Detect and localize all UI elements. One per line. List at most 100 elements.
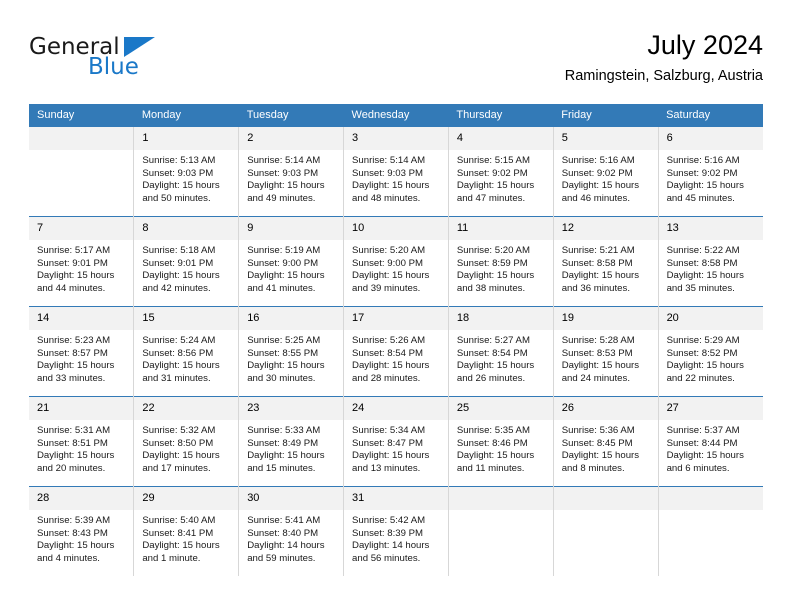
day-details: Sunrise: 5:14 AM Sunset: 9:03 PM Daylight:… <box>239 150 343 205</box>
calendar-day-cell[interactable]: 3 Sunrise: 5:14 AM Sunset: 9:03 PM Daylight… <box>343 127 449 217</box>
day-number: 26 <box>553 397 658 420</box>
day-details: Sunrise: 5:19 AM Sunset: 9:00 PM Daylight:… <box>239 240 343 295</box>
title-block: July 2024 Ramingstein, Salzburg, Austria <box>565 28 763 87</box>
weekday-header-saturday: Saturday <box>658 104 763 127</box>
day-details: Sunrise: 5:23 AM Sunset: 8:57 PM Daylight:… <box>29 330 133 385</box>
calendar-day-cell[interactable]: 17 Sunrise: 5:26 AM Sunset: 8:54 PM Dayligh… <box>343 306 449 397</box>
calendar-day-cell[interactable]: 26 Sunrise: 5:36 AM Sunset: 8:45 PM Dayligh… <box>553 396 659 487</box>
calendar-day-cell[interactable]: 20 Sunrise: 5:29 AM Sunset: 8:52 PM Dayligh… <box>658 306 763 397</box>
daylight-text-line1: Daylight: 15 hours <box>561 270 640 282</box>
calendar-day-cell[interactable]: 14 Sunrise: 5:23 AM Sunset: 8:57 PM Dayligh… <box>29 306 135 397</box>
daylight-text-line1: Daylight: 15 hours <box>666 270 744 282</box>
calendar-day-cell[interactable]: 7 Sunrise: 5:17 AM Sunset: 9:01 PM Daylight… <box>29 216 135 307</box>
calendar-day-cell[interactable]: 10 Sunrise: 5:20 AM Sunset: 9:00 PM Dayligh… <box>343 216 449 307</box>
daylight-text-line2: and 47 minutes. <box>456 192 526 204</box>
day-number: 19 <box>553 307 658 330</box>
calendar-day-cell[interactable]: 11 Sunrise: 5:20 AM Sunset: 8:59 PM Dayligh… <box>448 216 554 307</box>
calendar-day-cell[interactable]: 1 Sunrise: 5:13 AM Sunset: 9:03 PM Daylight… <box>133 127 240 217</box>
daylight-text-line1: Daylight: 15 hours <box>142 450 220 462</box>
sunrise-text: Sunrise: 5:17 AM <box>37 245 111 256</box>
calendar-day-cell[interactable]: 16 Sunrise: 5:25 AM Sunset: 8:55 PM Dayligh… <box>238 306 345 397</box>
calendar-day-cell[interactable]: 22 Sunrise: 5:32 AM Sunset: 8:50 PM Dayligh… <box>133 396 240 487</box>
sunrise-text <box>667 515 757 528</box>
day-details: Sunrise: 5:20 AM Sunset: 9:00 PM Daylight:… <box>344 240 448 295</box>
daylight-text-line2: and 11 minutes. <box>456 462 525 474</box>
daylight-text-line2: and 8 minutes. <box>561 462 625 474</box>
sunrise-text: Sunrise: 5:14 AM <box>352 155 426 166</box>
sunrise-text: Sunrise: 5:24 AM <box>142 335 216 346</box>
calendar-day-cell[interactable]: 31 Sunrise: 5:42 AM Sunset: 8:39 PM Dayligh… <box>343 486 449 576</box>
sunrise-text: Sunrise: 5:36 AM <box>561 425 635 436</box>
daylight-text-line1: Daylight: 15 hours <box>142 360 220 372</box>
daylight-text-line1: Daylight: 15 hours <box>456 360 535 372</box>
daylight-text-line2: and 22 minutes. <box>666 372 735 384</box>
daylight-text-line2: and 1 minute. <box>142 552 201 564</box>
day-details: Sunrise: 5:17 AM Sunset: 9:01 PM Daylight:… <box>29 240 133 295</box>
calendar-day-cell[interactable]: 24 Sunrise: 5:34 AM Sunset: 8:47 PM Dayligh… <box>343 396 449 487</box>
daylight-text-line1 <box>667 540 757 553</box>
day-details: Sunrise: 5:24 AM Sunset: 8:56 PM Daylight:… <box>134 330 238 385</box>
calendar-day-cell[interactable]: 18 Sunrise: 5:27 AM Sunset: 8:54 PM Dayligh… <box>448 306 554 397</box>
calendar-day-cell[interactable]: 12 Sunrise: 5:21 AM Sunset: 8:58 PM Dayligh… <box>553 216 659 307</box>
calendar-day-cell[interactable]: 25 Sunrise: 5:35 AM Sunset: 8:46 PM Dayligh… <box>448 396 554 487</box>
sunrise-text: Sunrise: 5:33 AM <box>247 425 321 436</box>
sunrise-text: Sunrise: 5:16 AM <box>561 155 635 166</box>
daylight-text-line1: Daylight: 15 hours <box>142 270 220 282</box>
sunset-text: Sunset: 9:00 PM <box>352 257 423 269</box>
daylight-text-line1: Daylight: 15 hours <box>247 270 325 282</box>
sunset-text: Sunset: 9:03 PM <box>247 167 319 179</box>
daylight-text-line2: and 26 minutes. <box>456 372 526 384</box>
daylight-text-line1: Daylight: 15 hours <box>247 450 325 462</box>
sunset-text: Sunset: 9:03 PM <box>352 167 423 179</box>
sunset-text <box>562 528 652 541</box>
day-number: 10 <box>344 217 448 240</box>
day-number: 24 <box>344 397 448 420</box>
sunset-text: Sunset: 8:58 PM <box>561 257 633 269</box>
sunset-text: Sunset: 8:43 PM <box>37 527 108 539</box>
sunrise-text: Sunrise: 5:14 AM <box>247 155 321 166</box>
daylight-text-line2: and 59 minutes. <box>247 552 316 564</box>
day-number: 11 <box>448 217 553 240</box>
calendar-day-cell[interactable]: 6 Sunrise: 5:16 AM Sunset: 9:02 PM Daylight… <box>658 127 763 217</box>
day-details: Sunrise: 5:18 AM Sunset: 9:01 PM Daylight:… <box>134 240 238 295</box>
calendar-day-cell[interactable]: 19 Sunrise: 5:28 AM Sunset: 8:53 PM Dayligh… <box>553 306 659 397</box>
day-details <box>659 510 763 565</box>
daylight-text-line2: and 33 minutes. <box>37 372 106 384</box>
calendar-day-cell[interactable]: 13 Sunrise: 5:22 AM Sunset: 8:58 PM Dayligh… <box>658 216 763 307</box>
sunset-text: Sunset: 9:01 PM <box>37 257 108 269</box>
weekday-header-sunday: Sunday <box>29 104 134 127</box>
sunset-text: Sunset: 8:53 PM <box>561 347 633 359</box>
calendar-day-cell[interactable]: 30 Sunrise: 5:41 AM Sunset: 8:40 PM Dayligh… <box>238 486 345 576</box>
daylight-text-line1: Daylight: 15 hours <box>352 180 430 192</box>
sunset-text: Sunset: 8:45 PM <box>561 437 633 449</box>
day-details: Sunrise: 5:14 AM Sunset: 9:03 PM Daylight:… <box>344 150 448 205</box>
calendar-day-cell[interactable]: 23 Sunrise: 5:33 AM Sunset: 8:49 PM Dayligh… <box>238 396 345 487</box>
sunrise-text: Sunrise: 5:31 AM <box>37 425 111 436</box>
daylight-text-line2: and 39 minutes. <box>352 282 421 294</box>
calendar-day-cell[interactable]: 4 Sunrise: 5:15 AM Sunset: 9:02 PM Daylight… <box>448 127 554 217</box>
daylight-text-line1: Daylight: 15 hours <box>456 180 535 192</box>
day-number: 15 <box>134 307 239 330</box>
calendar-day-cell[interactable]: 2 Sunrise: 5:14 AM Sunset: 9:03 PM Daylight… <box>238 127 345 217</box>
daylight-text-line2: and 31 minutes. <box>142 372 211 384</box>
calendar-day-cell[interactable]: 15 Sunrise: 5:24 AM Sunset: 8:56 PM Dayligh… <box>133 306 240 397</box>
daylight-text-line2: and 20 minutes. <box>37 462 106 474</box>
day-number: 16 <box>239 307 344 330</box>
calendar-day-cell[interactable]: 5 Sunrise: 5:16 AM Sunset: 9:02 PM Daylight… <box>553 127 659 217</box>
calendar-day-cell[interactable]: 27 Sunrise: 5:37 AM Sunset: 8:44 PM Dayligh… <box>658 396 763 487</box>
page-header: General Blue July 2024 Ramingstein, Salz… <box>29 28 763 94</box>
calendar-day-cell[interactable]: 21 Sunrise: 5:31 AM Sunset: 8:51 PM Dayligh… <box>29 396 135 487</box>
day-details: Sunrise: 5:37 AM Sunset: 8:44 PM Daylight:… <box>659 420 763 475</box>
sunset-text: Sunset: 8:50 PM <box>142 437 214 449</box>
calendar-day-cell[interactable]: 8 Sunrise: 5:18 AM Sunset: 9:01 PM Daylight… <box>133 216 240 307</box>
sunrise-text: Sunrise: 5:22 AM <box>666 245 740 256</box>
daylight-text-line1: Daylight: 15 hours <box>352 360 430 372</box>
brand-logo[interactable]: General Blue <box>29 34 229 86</box>
day-details: Sunrise: 5:16 AM Sunset: 9:02 PM Daylight:… <box>554 150 658 205</box>
sunrise-text: Sunrise: 5:28 AM <box>561 335 635 346</box>
calendar-day-cell[interactable]: 28 Sunrise: 5:39 AM Sunset: 8:43 PM Dayligh… <box>29 486 135 576</box>
sunset-text: Sunset: 8:57 PM <box>37 347 108 359</box>
calendar-day-cell[interactable]: 29 Sunrise: 5:40 AM Sunset: 8:41 PM Dayligh… <box>133 486 240 576</box>
calendar-day-cell[interactable]: 9 Sunrise: 5:19 AM Sunset: 9:00 PM Daylight… <box>238 216 345 307</box>
sunset-text <box>37 168 127 181</box>
